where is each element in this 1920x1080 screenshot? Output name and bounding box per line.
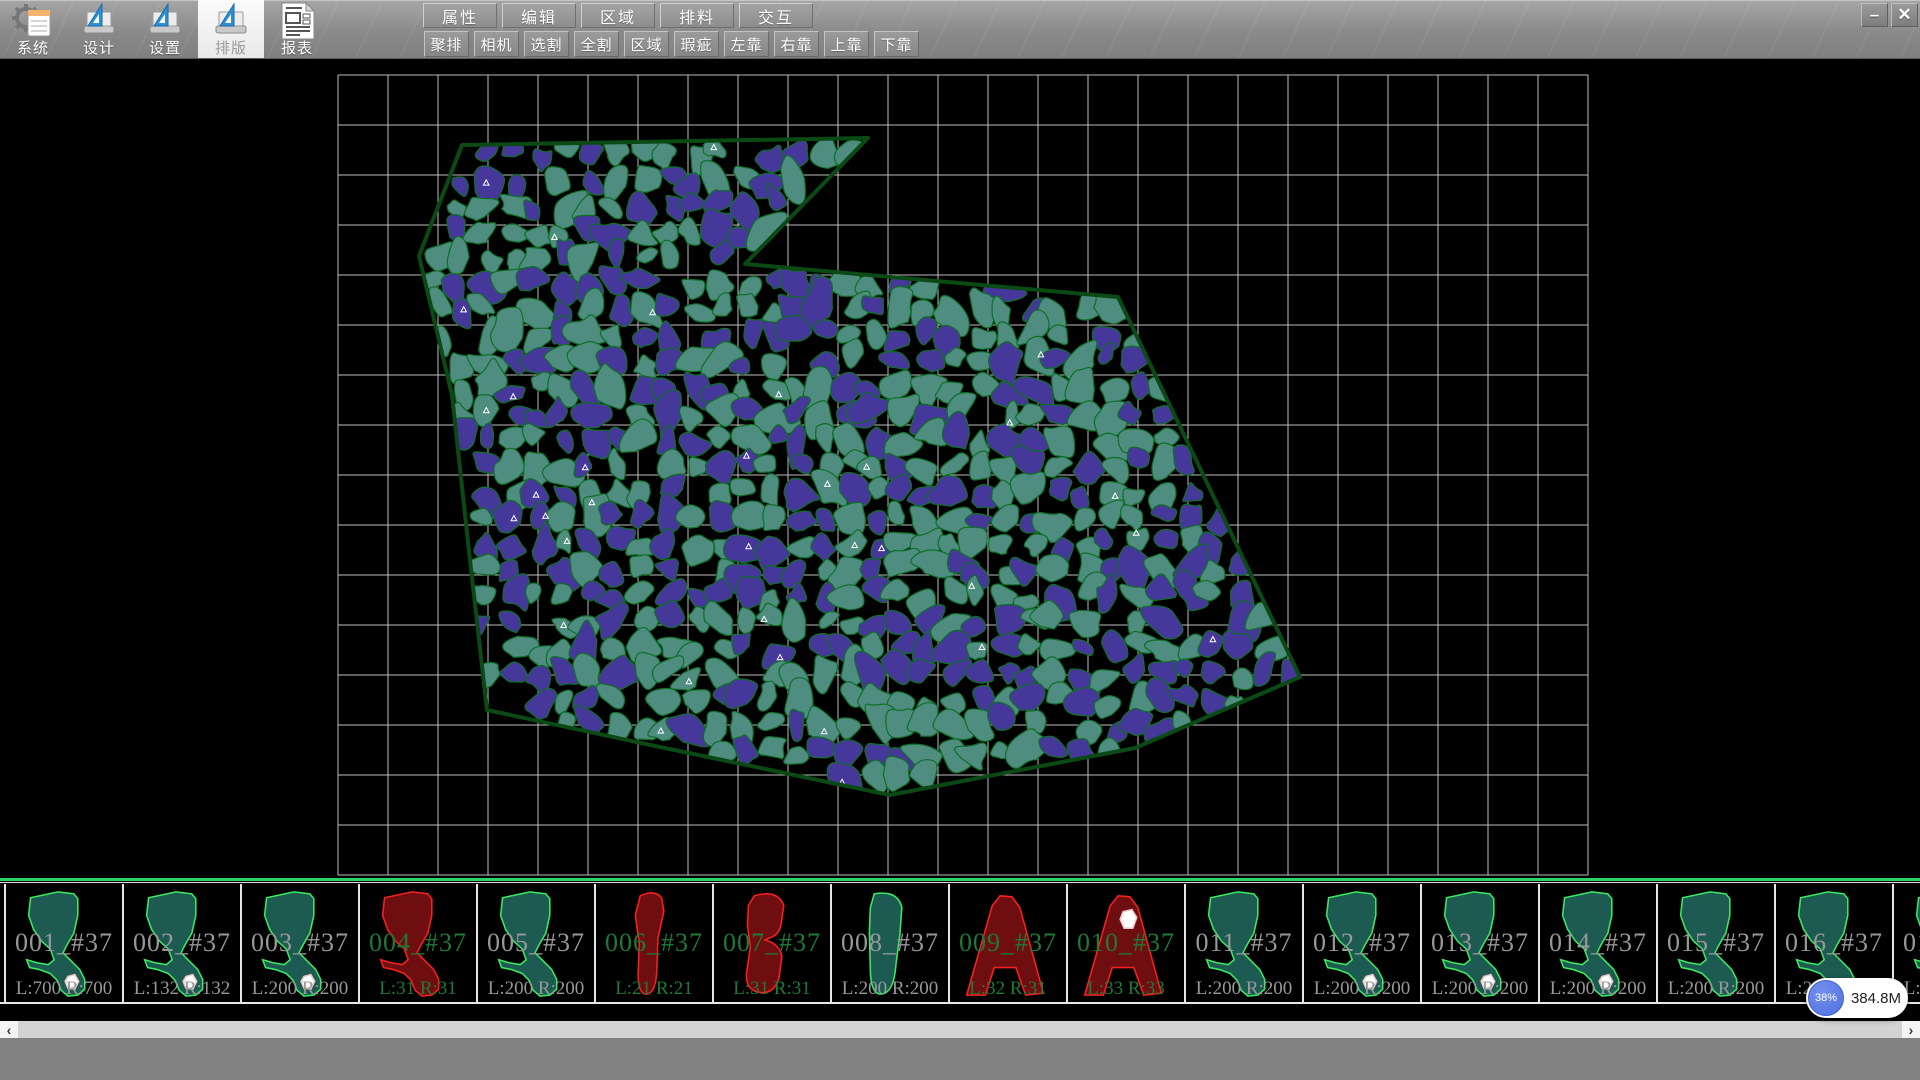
notebook-icon <box>28 10 50 36</box>
report-icon <box>275 1 319 41</box>
piece-name: 017_#37 <box>1894 928 1920 958</box>
settings-icon <box>143 1 187 41</box>
menu-row-primary: 属性编辑区域排料交互 <box>423 3 813 28</box>
menu-button-menu_row2-9[interactable]: 上靠 <box>824 31 869 57</box>
piece-thumbnail-011_#37[interactable]: 011_#37 L:200 R:200 <box>1184 884 1302 1002</box>
piece-name: 007_#37 <box>714 928 830 958</box>
piece-thumbnail-003_#37[interactable]: 003_#37 L:200 R:200 <box>240 884 358 1002</box>
system-icon <box>11 1 55 41</box>
nav-label: 排版 <box>215 41 247 57</box>
piece-lr-count: L:200 R:200 <box>832 978 948 1000</box>
piece-thumbnail-strip: 001_#37 L:700 R:700002_#37 L:132 R:132003_… <box>0 882 1920 1004</box>
piece-thumbnail-009_#37[interactable]: 009_#37 L:32 R:31 <box>948 884 1066 1002</box>
nav-label: 报表 <box>281 41 313 57</box>
piece-lr-count: L:33 R:33 <box>1068 978 1184 1000</box>
close-button[interactable]: ✕ <box>1891 3 1918 27</box>
piece-lr-count: L:31 R:31 <box>360 978 476 1000</box>
piece-thumbnail-013_#37[interactable]: 013_#37 L:200 R:200 <box>1420 884 1538 1002</box>
piece-name: 001_#37 <box>6 928 122 958</box>
nav-button-layout[interactable]: 排版 <box>198 0 264 58</box>
piece-thumbnail-012_#37[interactable]: 012_#37 L:200 R:200 <box>1302 884 1420 1002</box>
horizontal-scrollbar[interactable]: ‹ › <box>0 1021 1920 1038</box>
piece-thumbnail-010_#37[interactable]: 010_#37 L:33 R:33 <box>1066 884 1184 1002</box>
piece-name: 002_#37 <box>124 928 240 958</box>
progress-circle: 38% <box>1808 980 1844 1016</box>
menu-button-menu_row2-1[interactable]: 聚排 <box>424 31 469 57</box>
piece-name: 004_#37 <box>360 928 476 958</box>
piece-thumbnail-001_#37[interactable]: 001_#37 L:700 R:700 <box>4 884 122 1002</box>
piece-name: 016_#37 <box>1776 928 1892 958</box>
nav-label: 设计 <box>83 41 115 57</box>
nav-button-report[interactable]: 报表 <box>264 0 330 58</box>
report-page-icon <box>282 3 314 39</box>
piece-thumbnail-015_#37[interactable]: 015_#37 L:200 R:200 <box>1656 884 1774 1002</box>
piece-lr-count: L:200 R:200 <box>1304 978 1420 1000</box>
piece-lr-count: L:200 R:200 <box>1186 978 1302 1000</box>
strip-separator-line <box>0 878 1920 881</box>
piece-name: 014_#37 <box>1540 928 1656 958</box>
minimize-button[interactable]: – <box>1861 3 1888 27</box>
nested-pieces <box>415 129 1306 800</box>
piece-thumbnail-004_#37[interactable]: 004_#37 L:31 R:31 <box>358 884 476 1002</box>
menu-button-menu_row1-3[interactable]: 区域 <box>581 3 655 28</box>
nav-button-design[interactable]: 设计 <box>66 0 132 58</box>
piece-name: 003_#37 <box>242 928 358 958</box>
menu-button-menu_row1-5[interactable]: 交互 <box>739 3 813 28</box>
nav-label: 系统 <box>17 41 49 57</box>
piece-hole <box>1120 910 1137 929</box>
menu-button-menu_row2-8[interactable]: 右靠 <box>774 31 819 57</box>
piece-lr-count: L:32 R:31 <box>950 978 1066 1000</box>
nav-label: 设置 <box>149 41 181 57</box>
piece-name: 005_#37 <box>478 928 594 958</box>
piece-name: 011_#37 <box>1186 928 1302 958</box>
menu-button-menu_row2-6[interactable]: 瑕疵 <box>674 31 719 57</box>
piece-thumbnail-002_#37[interactable]: 002_#37 L:132 R:132 <box>122 884 240 1002</box>
menu-button-menu_row1-2[interactable]: 编辑 <box>502 3 576 28</box>
piece-lr-count: L:200 R:200 <box>1540 978 1656 1000</box>
main-nav: 系统 设计 设置 排版 报表 <box>0 0 330 58</box>
piece-name: 010_#37 <box>1068 928 1184 958</box>
piece-name: 012_#37 <box>1304 928 1420 958</box>
menu-button-menu_row2-3[interactable]: 选割 <box>524 31 569 57</box>
piece-thumbnail-006_#37[interactable]: 006_#37 L:21 R:21 <box>594 884 712 1002</box>
menu-button-menu_row2-4[interactable]: 全割 <box>574 31 619 57</box>
piece-lr-count: L:200 R:200 <box>478 978 594 1000</box>
piece-name: 006_#37 <box>596 928 712 958</box>
bottom-status-band <box>0 1038 1920 1080</box>
menu-button-menu_row1-1[interactable]: 属性 <box>423 3 497 28</box>
piece-lr-count: L:21 R:21 <box>596 978 712 1000</box>
memory-size-label: 384.8M <box>1844 990 1908 1007</box>
scroll-right-button[interactable]: › <box>1902 1021 1920 1038</box>
piece-thumbnail-014_#37[interactable]: 014_#37 L:200 R:200 <box>1538 884 1656 1002</box>
piece-lr-count: L:31 R:31 <box>714 978 830 1000</box>
piece-thumbnail-008_#37[interactable]: 008_#37 L:200 R:200 <box>830 884 948 1002</box>
nav-button-settings[interactable]: 设置 <box>132 0 198 58</box>
scroll-left-button[interactable]: ‹ <box>0 1021 18 1038</box>
piece-name: 013_#37 <box>1422 928 1538 958</box>
scroll-track[interactable] <box>18 1021 1902 1038</box>
piece-lr-count: L:200 R:200 <box>242 978 358 1000</box>
piece-name: 008_#37 <box>832 928 948 958</box>
design-icon <box>77 1 121 41</box>
piece-name: 009_#37 <box>950 928 1066 958</box>
menu-button-menu_row2-5[interactable]: 区域 <box>624 31 669 57</box>
piece-lr-count: L:200 R:200 <box>1658 978 1774 1000</box>
menu-button-menu_row2-7[interactable]: 左靠 <box>724 31 769 57</box>
piece-lr-count: L:132 R:132 <box>124 978 240 1000</box>
window-buttons: – ✕ <box>1861 3 1918 27</box>
toolbar: 系统 设计 设置 排版 报表 属性编辑区域排料交互 聚排相机选割全割区域瑕疵左靠… <box>0 0 1920 58</box>
layout-icon <box>209 1 253 41</box>
piece-lr-count: L:700 R:700 <box>6 978 122 1000</box>
piece-thumbnail-007_#37[interactable]: 007_#37 L:31 R:31 <box>712 884 830 1002</box>
strip-gap <box>0 1004 1920 1021</box>
menu-button-menu_row1-4[interactable]: 排料 <box>660 3 734 28</box>
nav-button-system[interactable]: 系统 <box>0 0 66 58</box>
memory-badge: 38% 384.8M <box>1806 978 1908 1018</box>
menu-row-secondary: 聚排相机选割全割区域瑕疵左靠右靠上靠下靠 <box>424 31 919 57</box>
menu-button-menu_row2-2[interactable]: 相机 <box>474 31 519 57</box>
menu-button-menu_row2-10[interactable]: 下靠 <box>874 31 919 57</box>
piece-lr-count: L:200 R:200 <box>1422 978 1538 1000</box>
piece-name: 015_#37 <box>1658 928 1774 958</box>
piece-thumbnail-005_#37[interactable]: 005_#37 L:200 R:200 <box>476 884 594 1002</box>
